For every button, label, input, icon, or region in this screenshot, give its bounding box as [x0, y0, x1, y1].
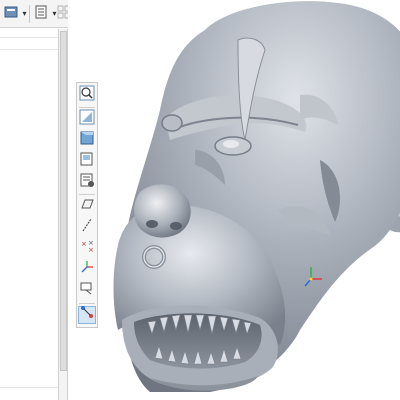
- list-button[interactable]: [32, 5, 50, 23]
- model-tree-scrollbar[interactable]: [58, 29, 68, 400]
- axis-display-icon: [79, 217, 95, 238]
- axis-display-button[interactable]: [78, 217, 96, 238]
- model-tree-panel[interactable]: [0, 29, 61, 400]
- refit-icon: [79, 109, 95, 130]
- csys-display-button[interactable]: [78, 261, 96, 279]
- svg-text:×: ×: [88, 246, 94, 254]
- list-icon: [33, 4, 49, 25]
- display-style-button[interactable]: [78, 131, 96, 149]
- regenerate-icon: [3, 4, 19, 25]
- gorilla-head-model: [113, 1, 400, 392]
- spin-center-button[interactable]: [78, 304, 96, 325]
- plane-display-button[interactable]: [78, 198, 96, 216]
- view-manager-button[interactable]: [78, 173, 96, 191]
- csys-display-icon: [79, 259, 95, 280]
- plane-display-icon: [79, 196, 95, 217]
- point-display-icon: × × ×: [79, 238, 95, 259]
- svg-text:×: ×: [81, 240, 87, 248]
- saved-views-button[interactable]: [78, 152, 96, 170]
- saved-views-icon: [79, 151, 95, 172]
- spin-center-icon: [79, 304, 95, 325]
- point-display-button[interactable]: × × ×: [78, 238, 96, 259]
- zoom-in-button[interactable]: [78, 85, 96, 106]
- toolbar-separator: [29, 5, 30, 23]
- view-toolbar: × × ×: [76, 82, 98, 328]
- regenerate-button[interactable]: [2, 5, 20, 23]
- graphics-viewport[interactable]: [68, 0, 400, 400]
- annotation-display-button[interactable]: [78, 282, 96, 300]
- scrollbar-thumb[interactable]: [60, 31, 67, 371]
- refit-button[interactable]: [78, 109, 96, 130]
- display-style-icon: [79, 130, 95, 151]
- zoom-in-icon: [79, 85, 95, 106]
- cad-application-window: ▾ ▾ × × ×: [0, 0, 400, 400]
- annotation-display-icon: [79, 280, 95, 301]
- svg-text:×: ×: [88, 239, 94, 247]
- regenerate-menu-caret[interactable]: ▾: [21, 9, 28, 19]
- top-toolbar: ▾ ▾: [0, 0, 72, 28]
- view-manager-icon: [79, 172, 95, 193]
